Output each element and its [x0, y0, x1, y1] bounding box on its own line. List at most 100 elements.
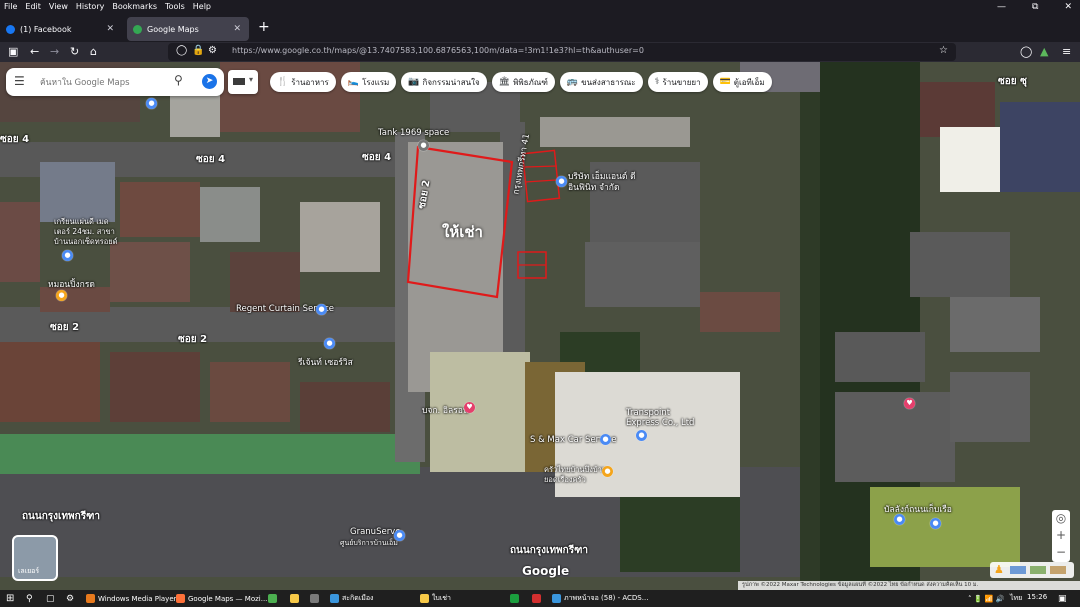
chip-museums[interactable]: 🏛 พิพิธภัณฑ์ [491, 72, 555, 92]
restore-icon[interactable]: ⧉ [1032, 2, 1038, 12]
street-view-controls[interactable]: ♟ [990, 562, 1074, 578]
map-pin-icon[interactable]: ● [636, 430, 647, 441]
task-view-icon[interactable]: ▢ [46, 592, 55, 605]
photo-thumb-icon[interactable] [1050, 566, 1066, 574]
photo-thumb-icon[interactable] [1030, 566, 1046, 574]
satellite-map[interactable]: ☰ ⚲ ➤ ▾ 🍴ร้านอาหาร 🛌โรงแรม 📷กิจกรรมน่าสน… [0, 62, 1080, 590]
language-indicator[interactable]: ไทย [1010, 592, 1022, 605]
lock-icon[interactable]: 🔒 [192, 45, 204, 56]
taskbar-label: Windows Media Player [98, 594, 177, 603]
menu-file[interactable]: File [0, 2, 21, 11]
close-tab-icon[interactable]: ✕ [106, 24, 114, 34]
menu-icon[interactable]: ≡ [1062, 45, 1071, 58]
forward-icon[interactable]: → [50, 45, 59, 58]
taskbar-item[interactable]: ภาพหน้าจอ (58) - ACDS... [552, 592, 648, 605]
shield-icon[interactable]: ◯ [176, 45, 187, 56]
tab-google-maps[interactable]: Google Maps ✕ [127, 17, 249, 41]
menu-hamburger-icon[interactable]: ☰ [14, 74, 26, 88]
chip-atms[interactable]: 💳 ตู้เอทีเอ็ม [712, 72, 772, 92]
map-pin-icon[interactable]: ● [394, 530, 405, 541]
taskbar-item[interactable] [510, 592, 522, 605]
map-label-regent-thai[interactable]: รีเจ้นท์ เซอร์วิส [298, 355, 353, 369]
google-logo: Google [522, 564, 570, 578]
chip-attractions[interactable]: 📷 กิจกรรมน่าสนใจ [401, 72, 487, 92]
new-tab-icon[interactable]: + [258, 19, 270, 35]
minimize-icon[interactable]: — [997, 2, 1006, 12]
bookmark-star-icon[interactable]: ☆ [939, 45, 948, 56]
taskbar-item[interactable] [532, 592, 544, 605]
url-text[interactable]: https://www.google.co.th/maps/@13.740758… [232, 46, 644, 55]
map-pin-icon[interactable]: ● [602, 466, 613, 477]
chip-hotels[interactable]: 🛌 โรงแรม [340, 72, 397, 92]
back-icon[interactable]: ← [30, 45, 39, 58]
taskbar-item[interactable]: Google Maps — Mozi... [176, 592, 267, 605]
map-pin-icon[interactable]: ● [930, 518, 941, 529]
map-label-granuserve[interactable]: GranuServe [350, 527, 400, 537]
close-tab-icon[interactable]: ✕ [233, 24, 241, 34]
chip-pharmacies[interactable]: ⚕ ร้านขายยา [647, 72, 708, 92]
system-tray-icons[interactable]: ˄ 🔋 📶 🔊 [968, 592, 1004, 605]
layers-button[interactable]: ▾ [228, 70, 258, 94]
map-pin-icon[interactable]: ● [418, 140, 429, 151]
map-pin-icon[interactable]: ● [62, 250, 73, 261]
menu-bookmarks[interactable]: Bookmarks [108, 2, 161, 11]
sidebar-icon[interactable]: ▣ [8, 45, 18, 58]
layer-toggle-button[interactable]: เลเยอร์ [12, 535, 58, 581]
search-taskbar-icon[interactable]: ⚲ [26, 592, 33, 605]
windows-taskbar: ⊞ ⚲ ▢ ⚙ Windows Media Player Google Maps… [0, 590, 1080, 607]
map-label-company[interactable]: บริษัท เอ็มแอนด์ ดี อินฟินิท จำกัด [568, 172, 648, 194]
extension-icon[interactable]: ▲ [1040, 45, 1048, 58]
map-pin-icon[interactable]: ● [556, 176, 567, 187]
map-pin-icon[interactable]: ● [894, 514, 905, 525]
map-pin-icon[interactable]: ♥ [464, 402, 475, 413]
map-label-transpoint[interactable]: Transpoint Express Co., Ltd [626, 408, 696, 428]
map-pin-icon[interactable]: ● [146, 98, 157, 109]
office-icon [532, 594, 541, 603]
settings-icon[interactable]: ⚙ [66, 592, 74, 605]
menu-view[interactable]: View [45, 2, 72, 11]
map-pin-icon[interactable]: ♥ [904, 398, 915, 409]
map-label-right-bottom[interactable]: บัลลังก์ถนนเก็บเรือ [884, 502, 952, 516]
taskbar-item[interactable] [310, 592, 322, 605]
menu-tools[interactable]: Tools [161, 2, 189, 11]
taskbar-item[interactable]: Windows Media Player [86, 592, 177, 605]
permissions-icon[interactable]: ⚙ [208, 45, 217, 56]
map-label-left-building[interactable]: เกรียนแผ่นดี เมดเตอร์ 24ชม. สาขา บ้านนอก… [54, 217, 124, 247]
menu-edit[interactable]: Edit [21, 2, 45, 11]
tab-facebook[interactable]: (1) Facebook ✕ [0, 17, 122, 41]
menu-help[interactable]: Help [189, 2, 215, 11]
taskbar-label: สะกิดเมือง [342, 594, 374, 602]
directions-icon[interactable]: ➤ [202, 74, 217, 89]
taskbar-clock[interactable]: 15:26 [1027, 593, 1047, 601]
map-label-shop[interactable]: บจก. อิลรอน [422, 403, 469, 417]
pharmacy-icon: ⚕ [654, 77, 660, 87]
search-icon[interactable]: ⚲ [174, 73, 183, 87]
zoom-out-button[interactable]: − [1052, 544, 1070, 561]
map-pin-icon[interactable]: ● [316, 304, 327, 315]
map-label-granuserve-thai[interactable]: ศูนย์บริการบ้านเอ็ม [340, 538, 398, 549]
reload-icon[interactable]: ↻ [70, 45, 79, 58]
zoom-in-button[interactable]: + [1052, 527, 1070, 544]
pocket-icon[interactable]: ◯ [1020, 45, 1032, 58]
close-window-icon[interactable]: ✕ [1064, 2, 1072, 12]
pegman-icon[interactable]: ♟ [994, 563, 1004, 576]
taskbar-item[interactable] [268, 592, 280, 605]
notification-icon[interactable]: ▣ [1058, 592, 1067, 605]
taskbar-item[interactable]: สะกิดเมือง [330, 592, 373, 605]
chip-transit[interactable]: 🚌 ขนส่งสาธารณะ [559, 72, 643, 92]
taskbar-item[interactable] [290, 592, 302, 605]
chip-restaurants[interactable]: 🍴 ร้านอาหาร [270, 72, 336, 92]
windows-start-icon[interactable]: ⊞ [6, 592, 14, 605]
search-input[interactable] [38, 74, 172, 91]
taskbar-item[interactable]: ใบเช่า [420, 592, 451, 605]
map-pin-icon[interactable]: ● [600, 434, 611, 445]
compass-icon[interactable]: ◎ [1052, 510, 1070, 527]
map-pin-icon[interactable]: ● [324, 338, 335, 349]
map-label-tank[interactable]: Tank 1969 space [378, 128, 449, 138]
menu-history[interactable]: History [72, 2, 108, 11]
map-label-homestay[interactable]: หมอนปิ้งกรด [48, 277, 95, 291]
map-pin-icon[interactable]: ● [56, 290, 67, 301]
photo-thumb-icon[interactable] [1010, 566, 1026, 574]
home-icon[interactable]: ⌂ [90, 45, 97, 58]
url-bar[interactable]: ◯ 🔒 ⚙ https://www.google.co.th/maps/@13.… [168, 43, 956, 61]
